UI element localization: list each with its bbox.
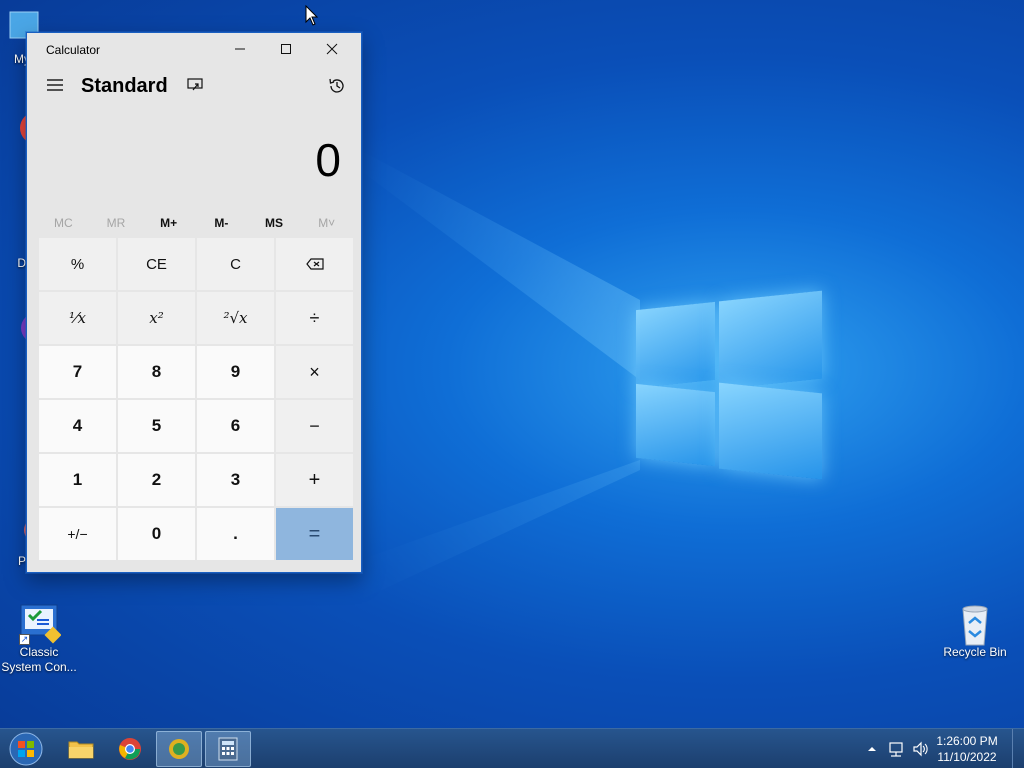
mouse-cursor-icon — [305, 5, 319, 26]
chrome-icon — [119, 738, 141, 760]
taskbar-file-explorer[interactable] — [58, 731, 104, 767]
recycle-bin-icon — [953, 603, 997, 646]
clock-date: 11/10/2022 — [937, 750, 997, 764]
close-icon — [326, 43, 338, 55]
digit-2-button[interactable]: 2 — [118, 454, 195, 506]
result-display: 0 — [315, 134, 341, 186]
desktop-icon-recycle-bin[interactable]: Recycle Bin — [937, 603, 1013, 660]
digit-6-button[interactable]: 6 — [197, 400, 274, 452]
negate-button[interactable]: +/− — [39, 508, 116, 560]
minimize-button[interactable] — [217, 33, 263, 65]
memory-list-button: M˅ — [318, 216, 336, 230]
subtract-button[interactable]: − — [276, 400, 353, 452]
keep-on-top-icon — [187, 78, 203, 91]
memory-subtract-button[interactable]: M- — [195, 213, 248, 233]
history-button[interactable] — [321, 70, 353, 102]
add-button[interactable]: + — [276, 454, 353, 506]
memory-row: MC MR M+ M- MS M˅ — [37, 213, 353, 233]
backspace-icon — [305, 258, 324, 270]
show-hidden-icons-icon[interactable] — [866, 743, 878, 755]
digit-5-button[interactable]: 5 — [118, 400, 195, 452]
memory-recall-button: MR — [106, 216, 126, 230]
system-tray — [866, 729, 930, 768]
reciprocal-button[interactable]: ¹⁄x — [39, 292, 116, 344]
control-panel-icon: ↗ — [17, 603, 62, 645]
app-icon — [169, 739, 189, 759]
maximize-icon — [281, 44, 291, 54]
memory-store-button[interactable]: MS — [248, 213, 301, 233]
equals-button[interactable]: = — [276, 508, 353, 560]
square-root-button[interactable]: ²√x — [197, 292, 274, 344]
backspace-button[interactable] — [276, 238, 353, 290]
taskbar-app[interactable] — [156, 731, 202, 767]
divide-button[interactable]: ÷ — [276, 292, 353, 344]
memory-add-button[interactable]: M+ — [142, 213, 195, 233]
square-button[interactable]: x² — [118, 292, 195, 344]
square-label: x² — [149, 309, 164, 327]
desktop-icon-label: Classic System Con... — [1, 645, 77, 674]
decimal-button[interactable]: . — [197, 508, 274, 560]
clock[interactable]: 1:26:00 PM 11/10/2022 — [932, 733, 1002, 765]
digit-1-button[interactable]: 1 — [39, 454, 116, 506]
windows-start-icon — [9, 732, 43, 766]
taskbar-calculator[interactable] — [205, 731, 251, 767]
clear-entry-button[interactable]: CE — [118, 238, 195, 290]
calculator-header: Standard — [27, 67, 361, 107]
calculator-window[interactable]: Calculator Standard 0 MC MR M+ M- MS M˅ … — [26, 32, 362, 573]
percent-button[interactable]: % — [39, 238, 116, 290]
mode-title: Standard — [81, 75, 168, 97]
digit-4-button[interactable]: 4 — [39, 400, 116, 452]
windows-wallpaper-logo — [636, 290, 822, 480]
network-icon[interactable] — [888, 741, 906, 757]
shortcut-arrow-icon: ↗ — [19, 634, 30, 645]
keep-on-top-button[interactable] — [181, 71, 209, 99]
digit-3-button[interactable]: 3 — [197, 454, 274, 506]
digit-0-button[interactable]: 0 — [118, 508, 195, 560]
volume-icon[interactable] — [912, 741, 930, 757]
memory-clear-button: MC — [54, 216, 73, 230]
digit-9-button[interactable]: 9 — [197, 346, 274, 398]
calculator-icon — [218, 737, 238, 761]
history-icon — [329, 78, 344, 93]
minimize-icon — [235, 48, 245, 50]
taskbar: 1:26:00 PM 11/10/2022 — [0, 728, 1024, 768]
close-button[interactable] — [309, 33, 355, 65]
keypad: % CE C ¹⁄x x² ²√x ÷ 7 8 9 × 4 5 6 − 1 2 … — [39, 238, 353, 560]
clear-button[interactable]: C — [197, 238, 274, 290]
multiply-button[interactable]: × — [276, 346, 353, 398]
hamburger-icon — [47, 79, 63, 91]
maximize-button[interactable] — [263, 33, 309, 65]
show-desktop-button[interactable] — [1012, 729, 1024, 768]
window-title: Calculator — [46, 43, 101, 57]
digit-7-button[interactable]: 7 — [39, 346, 116, 398]
taskbar-chrome[interactable] — [107, 731, 153, 767]
start-button[interactable] — [6, 731, 46, 767]
desktop-icon-label: Recycle Bin — [943, 645, 1007, 659]
digit-8-button[interactable]: 8 — [118, 346, 195, 398]
navigation-menu-button[interactable] — [39, 69, 71, 101]
clock-time: 1:26:00 PM — [936, 734, 998, 748]
square-root-label: ²√x — [223, 309, 248, 327]
folder-icon — [68, 741, 94, 759]
title-bar[interactable]: Calculator — [27, 33, 361, 65]
desktop-icon-classic-control[interactable]: ↗ Classic System Con... — [1, 603, 77, 675]
reciprocal-label: ¹⁄x — [69, 309, 86, 327]
